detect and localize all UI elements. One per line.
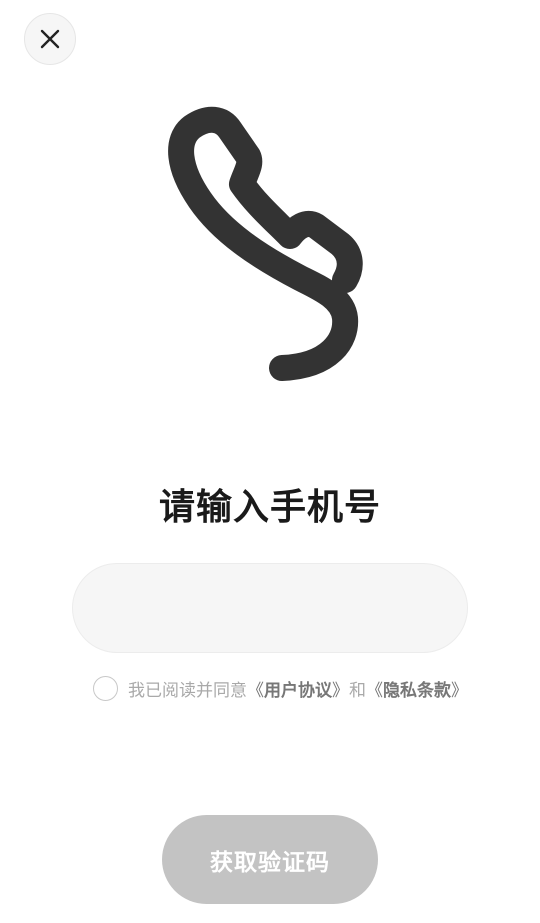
agreement-row: 我已阅读并同意 《用户协议》 和 《隐私条款》	[93, 674, 468, 702]
open-bracket: 《	[366, 680, 383, 701]
phone-number-input[interactable]	[72, 563, 468, 653]
privacy-policy-label: 隐私条款	[383, 680, 451, 701]
close-icon	[40, 29, 60, 49]
phone-handset-icon	[168, 106, 363, 381]
user-agreement-label: 用户协议	[264, 680, 332, 701]
agree-checkbox[interactable]	[93, 675, 118, 701]
open-bracket: 《	[247, 680, 264, 701]
user-agreement-link[interactable]: 《用户协议》	[247, 676, 349, 701]
close-button[interactable]	[24, 13, 76, 65]
page-title: 请输入手机号	[158, 487, 381, 528]
close-bracket: 》	[332, 680, 349, 701]
agreement-prefix-text: 我已阅读并同意	[128, 680, 247, 701]
get-verification-code-button[interactable]: 获取验证码	[162, 815, 378, 904]
close-bracket: 》	[451, 680, 468, 701]
privacy-policy-link[interactable]: 《隐私条款》	[366, 676, 468, 701]
agreement-conjunction: 和	[349, 680, 366, 701]
